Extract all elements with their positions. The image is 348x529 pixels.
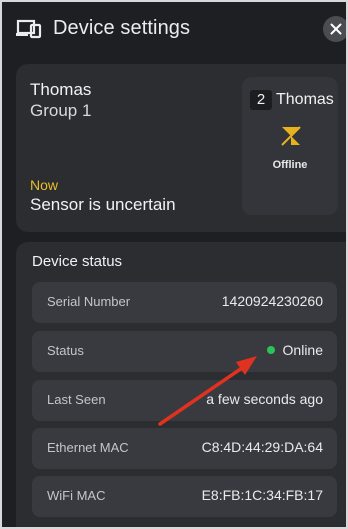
row-label: Last Seen bbox=[47, 392, 106, 407]
header: Device settings bbox=[2, 2, 346, 52]
wifi-mac-row: WiFi MAC E8:FB:1C:34:FB:17 bbox=[32, 476, 337, 517]
device-settings-panel: Device settings Thomas Group 1 Now Senso… bbox=[0, 0, 348, 529]
row-label: Serial Number bbox=[47, 294, 131, 309]
offline-sensor-icon bbox=[281, 126, 301, 146]
ethernet-mac-row: Ethernet MAC C8:4D:44:29:DA:64 bbox=[32, 428, 337, 469]
row-value: a few seconds ago bbox=[206, 391, 323, 407]
tile-name: Thomas bbox=[276, 91, 334, 108]
online-status-dot bbox=[266, 346, 275, 354]
tile-header: 2 Thomas bbox=[250, 89, 334, 111]
row-value: 1420924230260 bbox=[221, 293, 323, 309]
row-value: C8:4D:44:29:DA:64 bbox=[201, 439, 323, 455]
devices-icon bbox=[16, 19, 42, 39]
device-group: Group 1 bbox=[30, 101, 92, 120]
tile-number: 2 bbox=[250, 90, 272, 110]
tile-state-label: Offline bbox=[272, 159, 308, 171]
row-value: Online bbox=[282, 342, 323, 358]
close-button[interactable] bbox=[323, 16, 346, 42]
last-seen-row: Last Seen a few seconds ago bbox=[32, 380, 337, 421]
section-heading: Device status bbox=[32, 253, 123, 270]
device-name: Thomas bbox=[30, 80, 92, 99]
close-icon bbox=[330, 23, 342, 35]
status-row: Status Online bbox=[32, 331, 337, 372]
event-message: Sensor is uncertain bbox=[30, 195, 176, 214]
page-title: Device settings bbox=[53, 17, 191, 39]
serial-number-row: Serial Number 1420924230260 bbox=[32, 282, 337, 323]
device-tile[interactable]: 2 Thomas Offline bbox=[242, 77, 338, 215]
row-value: E8:FB:1C:34:FB:17 bbox=[201, 487, 323, 503]
row-label: Ethernet MAC bbox=[47, 440, 129, 455]
row-label: Status bbox=[47, 343, 84, 358]
row-label: WiFi MAC bbox=[47, 488, 106, 503]
event-time: Now bbox=[30, 177, 59, 193]
row-value-wrapper: Online bbox=[266, 342, 323, 358]
